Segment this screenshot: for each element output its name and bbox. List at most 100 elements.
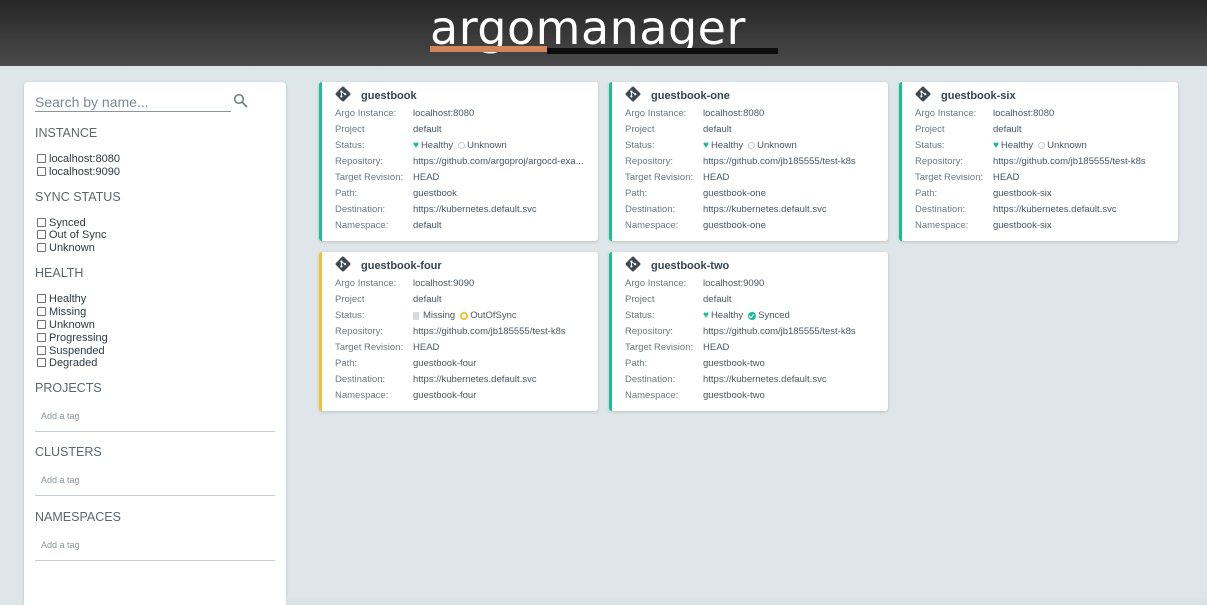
app-namespace-value: guestbook-two	[703, 390, 765, 401]
app-status-label: Status:	[625, 310, 655, 321]
health-option[interactable]: Missing	[37, 305, 86, 318]
health-option[interactable]: Progressing	[37, 331, 108, 344]
app-revision-label: Target Revision:	[915, 172, 984, 183]
app-destination-value[interactable]: https://kubernetes.default.svc	[703, 374, 827, 385]
app-namespace-value: guestbook-one	[703, 220, 766, 231]
app-name[interactable]: guestbook-four	[361, 260, 442, 272]
app-repository-value[interactable]: https://github.com/argoproj/argocd-exa..…	[413, 156, 584, 167]
app-status: ♥ Healthy Unknown	[413, 140, 507, 151]
app-repository-value[interactable]: https://github.com/jb185555/test-k8s	[703, 326, 856, 337]
application-card[interactable]: guestbook-one Argo Instance: localhost:80…	[609, 82, 888, 241]
checkbox[interactable]	[37, 243, 46, 252]
clusters-tag-input[interactable]: Add a tag	[35, 470, 275, 496]
namespaces-tag-input[interactable]: Add a tag	[35, 535, 275, 561]
search-field[interactable]	[35, 92, 231, 112]
git-icon	[915, 86, 931, 102]
checkbox[interactable]	[37, 358, 46, 367]
checkbox[interactable]	[37, 167, 46, 176]
search-input[interactable]	[35, 92, 231, 112]
checkbox[interactable]	[37, 333, 46, 342]
app-project-label: Project	[625, 124, 655, 135]
sync-status-filter-title: SYNC STATUS	[35, 190, 121, 204]
app-namespace-label: Namespace:	[915, 220, 969, 231]
app-repository-label: Repository:	[335, 156, 384, 167]
search-icon[interactable]	[233, 93, 249, 109]
instance-option[interactable]: localhost:9090	[37, 165, 120, 178]
app-destination-value[interactable]: https://kubernetes.default.svc	[413, 204, 537, 215]
heart-icon: ♥	[703, 310, 709, 321]
app-project-label: Project	[625, 294, 655, 305]
app-instance-label: Argo Instance:	[335, 108, 397, 119]
health-status: Healthy	[1000, 140, 1034, 151]
health-option[interactable]: Healthy	[37, 292, 86, 305]
git-icon	[335, 86, 351, 102]
app-namespace-value: default	[413, 220, 442, 231]
app-instance-value: localhost:8080	[703, 108, 765, 119]
app-destination-value[interactable]: https://kubernetes.default.svc	[703, 204, 827, 215]
app-name[interactable]: guestbook-two	[651, 260, 729, 272]
argomanager-logo[interactable]: argomanager	[430, 1, 778, 55]
app-repository-label: Repository:	[625, 326, 674, 337]
app-name[interactable]: guestbook	[361, 90, 417, 102]
app-project-value: default	[413, 124, 442, 135]
app-instance-value: localhost:9090	[413, 278, 475, 289]
app-project-label: Project	[915, 124, 945, 135]
app-destination-label: Destination:	[915, 204, 966, 215]
sync-option[interactable]: Out of Sync	[37, 228, 106, 241]
app-repository-value[interactable]: https://github.com/jb185555/test-k8s	[703, 156, 856, 167]
app-repository-value[interactable]: https://github.com/jb185555/test-k8s	[413, 326, 566, 337]
app-destination-value[interactable]: https://kubernetes.default.svc	[993, 204, 1117, 215]
sync-status: Unknown	[1047, 140, 1087, 151]
app-revision-value: HEAD	[413, 342, 440, 353]
clusters-filter-title: CLUSTERS	[35, 445, 102, 459]
sync-status: OutOfSync	[470, 310, 517, 321]
unknown-circle-icon	[1038, 142, 1046, 149]
app-header: argomanager	[0, 0, 1207, 66]
heart-icon: ♥	[413, 140, 419, 151]
app-path-label: Path:	[625, 188, 648, 199]
app-destination-label: Destination:	[335, 374, 386, 385]
sync-status: Unknown	[467, 140, 507, 151]
app-status-label: Status:	[915, 140, 945, 151]
instance-filter-title: INSTANCE	[35, 126, 98, 140]
app-revision-label: Target Revision:	[625, 342, 694, 353]
check-circle-icon	[748, 311, 757, 320]
health-option[interactable]: Unknown	[37, 318, 95, 331]
app-revision-label: Target Revision:	[335, 172, 404, 183]
checkbox[interactable]	[37, 346, 46, 355]
checkbox[interactable]	[37, 320, 46, 329]
checkbox[interactable]	[37, 154, 46, 163]
sync-option[interactable]: Unknown	[37, 241, 95, 254]
app-repository-value[interactable]: https://github.com/jb185555/test-k8s	[993, 156, 1146, 167]
app-path-value: guestbook-two	[703, 358, 765, 369]
application-card[interactable]: guestbook-two Argo Instance: localhost:90…	[609, 252, 888, 411]
application-card[interactable]: guestbook-six Argo Instance: localhost:80…	[899, 82, 1178, 241]
app-project-value: default	[993, 124, 1022, 135]
app-status-label: Status:	[625, 140, 655, 151]
checkbox[interactable]	[37, 307, 46, 316]
app-repository-label: Repository:	[625, 156, 674, 167]
health-option[interactable]: Degraded	[37, 356, 97, 369]
unknown-circle-icon	[748, 142, 756, 149]
app-status: ♥ Healthy Synced	[703, 310, 790, 321]
git-icon	[625, 86, 641, 102]
app-status-label: Status:	[335, 140, 365, 151]
missing-icon	[413, 311, 419, 320]
instance-option[interactable]: localhost:8080	[37, 152, 120, 165]
app-revision-value: HEAD	[993, 172, 1020, 183]
checkbox[interactable]	[37, 294, 46, 303]
app-path-value: guestbook-six	[993, 188, 1052, 199]
app-namespace-label: Namespace:	[625, 220, 679, 231]
app-path-value: guestbook	[413, 188, 457, 199]
application-card[interactable]: guestbook-four Argo Instance: localhost:9…	[319, 252, 598, 411]
app-destination-value[interactable]: https://kubernetes.default.svc	[413, 374, 537, 385]
projects-tag-input[interactable]: Add a tag	[35, 406, 275, 432]
app-path-label: Path:	[625, 358, 648, 369]
app-name[interactable]: guestbook-one	[651, 90, 730, 102]
application-card[interactable]: guestbook Argo Instance: localhost:8080 P…	[319, 82, 598, 241]
app-status: ♥ Healthy Unknown	[703, 140, 797, 151]
app-name[interactable]: guestbook-six	[941, 90, 1016, 102]
checkbox[interactable]	[37, 230, 46, 239]
app-path-value: guestbook-four	[413, 358, 477, 369]
checkbox[interactable]	[37, 218, 46, 227]
